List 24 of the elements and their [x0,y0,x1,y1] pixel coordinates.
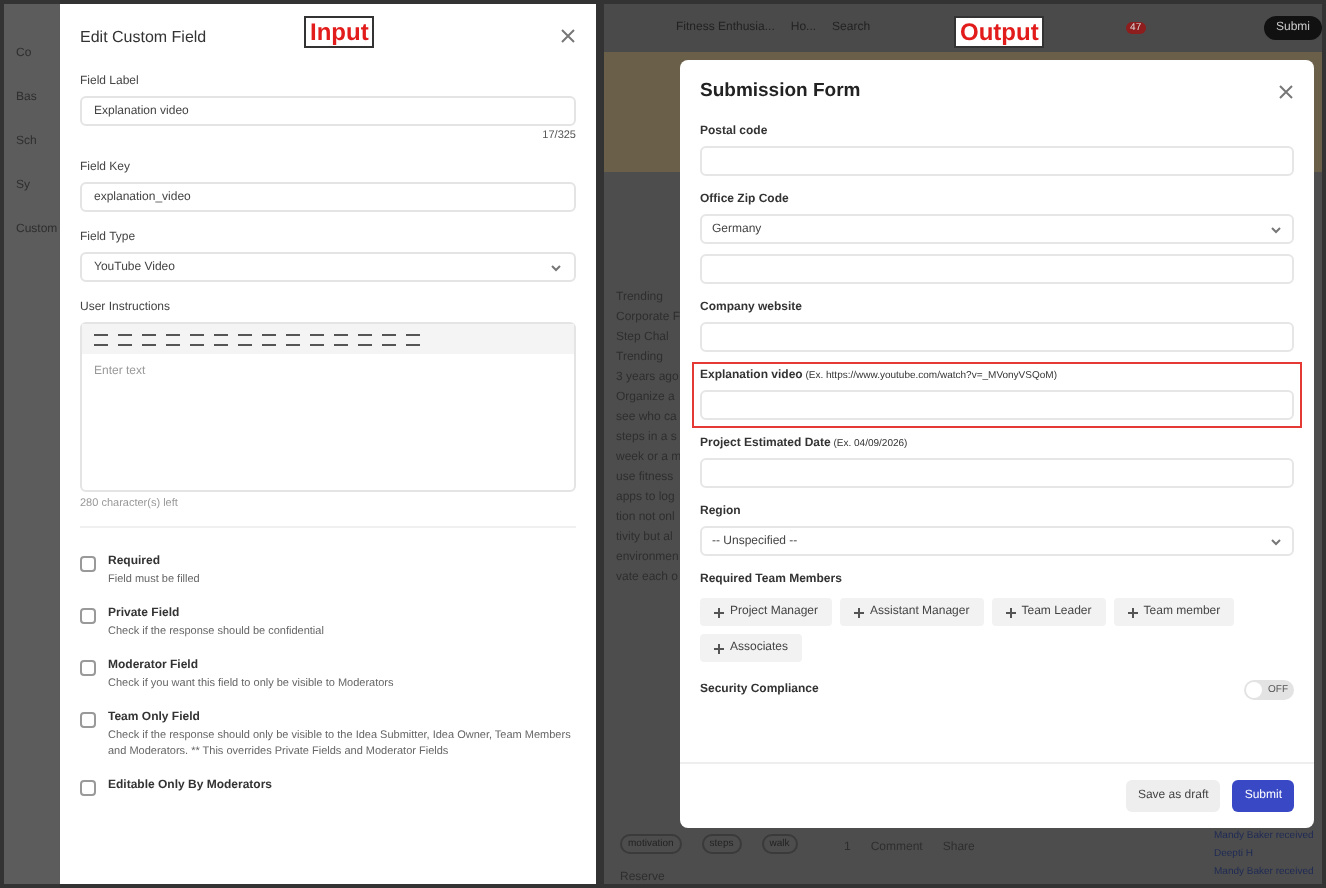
input-field[interactable] [700,322,1294,352]
modal-title: Submission Form [700,80,861,102]
chevron-down-icon [1270,537,1282,545]
checkbox[interactable] [80,556,96,572]
chevron-down-icon [550,263,562,271]
plus-icon [1005,607,1016,617]
annotation-label: Output [954,16,1045,48]
checkbox[interactable] [80,712,96,728]
close-icon[interactable] [560,28,576,44]
close-icon[interactable] [1278,83,1294,99]
checkbox[interactable] [80,660,96,676]
plus-icon [1127,607,1138,617]
annotation-label: Input [304,16,375,48]
input-field[interactable] [700,458,1294,488]
input-field[interactable] [700,254,1294,284]
plus-icon [714,607,724,617]
checkbox[interactable] [80,780,96,796]
input-field[interactable] [700,390,1294,420]
plus-icon [714,643,724,653]
input-field[interactable] [700,146,1294,176]
checkbox[interactable] [80,608,96,624]
plus-icon [854,607,865,617]
panel-title: Edit Custom Field [80,27,207,45]
chevron-down-icon [1270,225,1282,233]
